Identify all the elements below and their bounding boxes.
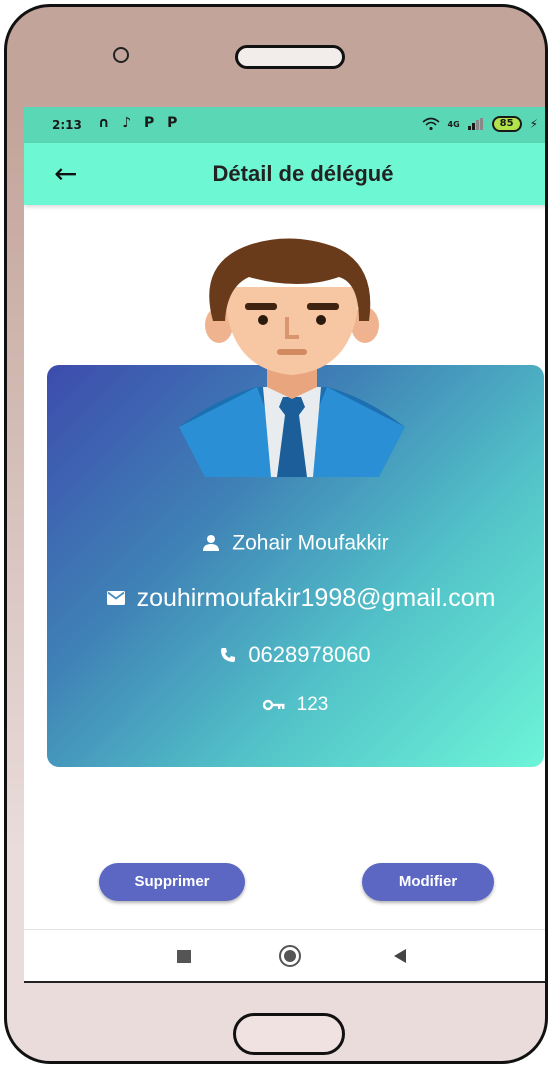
back-icon[interactable] bbox=[394, 949, 406, 963]
edit-button[interactable]: Modifier bbox=[362, 863, 494, 901]
signal-icon bbox=[467, 118, 483, 130]
wifi-icon bbox=[421, 117, 440, 131]
delegate-name-row: Zohair Moufakkir bbox=[47, 531, 544, 555]
home-icon[interactable] bbox=[279, 945, 301, 967]
phone-icon bbox=[221, 648, 236, 663]
screen: 2:13 ∩ ♪ P P 4G 85 ⚡ ← Détail de délégué… bbox=[24, 107, 545, 983]
delete-button[interactable]: Supprimer bbox=[99, 863, 245, 901]
delegate-password: 123 bbox=[296, 694, 329, 715]
mail-icon bbox=[106, 591, 125, 606]
status-bar: 2:13 ∩ ♪ P P 4G 85 ⚡ bbox=[24, 107, 545, 143]
status-time: 2:13 bbox=[52, 118, 82, 132]
status-right: 4G 85 ⚡ bbox=[421, 116, 538, 132]
delegate-email-row: zouhirmoufakir1998@gmail.com bbox=[41, 583, 545, 613]
key-icon bbox=[262, 699, 285, 711]
hardware-home-button bbox=[233, 1013, 345, 1055]
person-icon bbox=[203, 535, 220, 552]
network-label: 4G bbox=[447, 119, 460, 129]
speaker-grille bbox=[235, 45, 345, 69]
delegate-name: Zohair Moufakkir bbox=[232, 531, 389, 555]
page-title: Détail de délégué bbox=[212, 161, 394, 186]
delegate-password-row: 123 bbox=[47, 694, 544, 716]
phone-frame: 2:13 ∩ ♪ P P 4G 85 ⚡ ← Détail de délégué… bbox=[4, 4, 548, 1064]
app-bar: ← Détail de délégué bbox=[24, 143, 545, 205]
delegate-phone: 0628978060 bbox=[248, 642, 371, 668]
battery-badge: 85 bbox=[491, 116, 522, 132]
delegate-email: zouhirmoufakir1998@gmail.com bbox=[136, 583, 496, 612]
avatar bbox=[179, 238, 405, 477]
system-nav-bar bbox=[24, 929, 545, 983]
delegate-phone-row: 0628978060 bbox=[47, 641, 544, 668]
notification-icons: ∩ ♪ P P bbox=[98, 115, 182, 131]
camera-icon bbox=[113, 47, 129, 63]
charging-icon: ⚡ bbox=[529, 117, 538, 131]
recents-icon[interactable] bbox=[177, 950, 191, 963]
